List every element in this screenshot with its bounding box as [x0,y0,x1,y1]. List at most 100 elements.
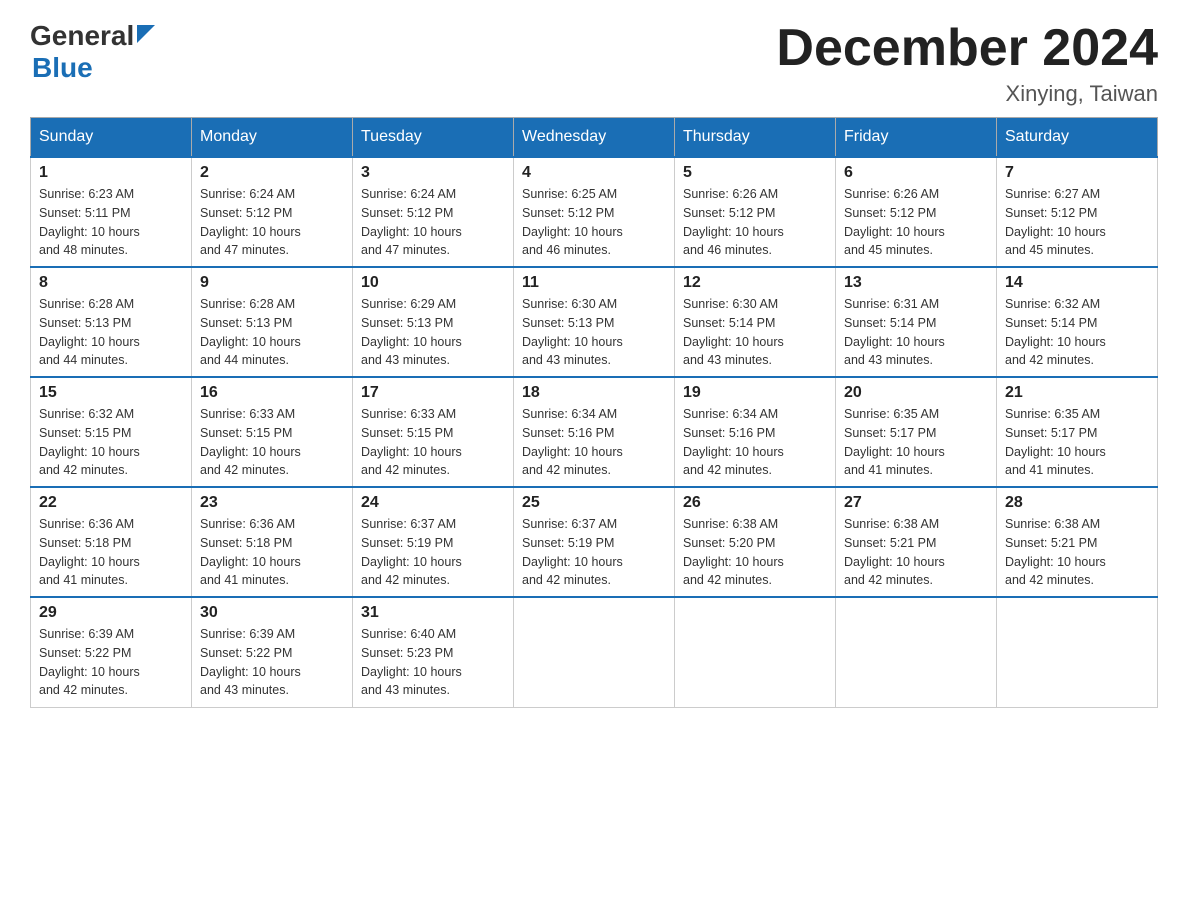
logo: General Blue [30,20,155,84]
day-info: Sunrise: 6:33 AMSunset: 5:15 PMDaylight:… [200,405,344,480]
day-number: 8 [39,274,183,292]
day-header-friday: Friday [836,118,997,158]
day-info: Sunrise: 6:32 AMSunset: 5:14 PMDaylight:… [1005,295,1149,370]
day-info: Sunrise: 6:39 AMSunset: 5:22 PMDaylight:… [200,625,344,700]
day-info: Sunrise: 6:34 AMSunset: 5:16 PMDaylight:… [683,405,827,480]
day-number: 6 [844,164,988,182]
empty-cell [675,597,836,707]
day-info: Sunrise: 6:37 AMSunset: 5:19 PMDaylight:… [522,515,666,590]
day-info: Sunrise: 6:33 AMSunset: 5:15 PMDaylight:… [361,405,505,480]
calendar-week-row: 1 Sunrise: 6:23 AMSunset: 5:11 PMDaylight… [31,157,1158,267]
calendar-title: December 2024 [776,20,1158,77]
empty-cell [997,597,1158,707]
calendar-day-cell: 22Sunrise: 6:36 AMSunset: 5:18 PMDayligh… [31,487,192,597]
day-info: Sunrise: 6:34 AMSunset: 5:16 PMDaylight:… [522,405,666,480]
day-header-sunday: Sunday [31,118,192,158]
day-number: 2 [200,164,344,182]
calendar-day-cell: 10 Sunrise: 6:29 AMSunset: 5:13 PMDayligh… [353,267,514,377]
day-number: 29 [39,604,183,622]
day-info: Sunrise: 6:39 AMSunset: 5:22 PMDaylight:… [39,625,183,700]
day-info: Sunrise: 6:36 AMSunset: 5:18 PMDaylight:… [200,515,344,590]
calendar-day-cell: 24 Sunrise: 6:37 AMSunset: 5:19 PMDayligh… [353,487,514,597]
calendar-day-cell: 17Sunrise: 6:33 AMSunset: 5:15 PMDayligh… [353,377,514,487]
calendar-day-cell: 30 Sunrise: 6:39 AMSunset: 5:22 PMDayligh… [192,597,353,707]
day-header-saturday: Saturday [997,118,1158,158]
day-info: Sunrise: 6:25 AMSunset: 5:12 PMDaylight:… [522,185,666,260]
calendar-day-cell: 20Sunrise: 6:35 AMSunset: 5:17 PMDayligh… [836,377,997,487]
day-info: Sunrise: 6:26 AMSunset: 5:12 PMDaylight:… [844,185,988,260]
logo-blue-text: Blue [32,52,93,83]
calendar-day-cell: 26Sunrise: 6:38 AMSunset: 5:20 PMDayligh… [675,487,836,597]
calendar-day-cell: 6 Sunrise: 6:26 AMSunset: 5:12 PMDaylight… [836,157,997,267]
day-info: Sunrise: 6:24 AMSunset: 5:12 PMDaylight:… [200,185,344,260]
calendar-day-cell: 28 Sunrise: 6:38 AMSunset: 5:21 PMDayligh… [997,487,1158,597]
calendar-day-cell: 12Sunrise: 6:30 AMSunset: 5:14 PMDayligh… [675,267,836,377]
calendar-day-cell: 23 Sunrise: 6:36 AMSunset: 5:18 PMDayligh… [192,487,353,597]
day-info: Sunrise: 6:30 AMSunset: 5:14 PMDaylight:… [683,295,827,370]
calendar-day-cell: 13Sunrise: 6:31 AMSunset: 5:14 PMDayligh… [836,267,997,377]
day-number: 1 [39,164,183,182]
calendar-day-cell: 25 Sunrise: 6:37 AMSunset: 5:19 PMDayligh… [514,487,675,597]
day-number: 20 [844,384,988,402]
day-header-tuesday: Tuesday [353,118,514,158]
day-info: Sunrise: 6:38 AMSunset: 5:21 PMDaylight:… [1005,515,1149,590]
day-header-thursday: Thursday [675,118,836,158]
day-info: Sunrise: 6:37 AMSunset: 5:19 PMDaylight:… [361,515,505,590]
day-number: 14 [1005,274,1149,292]
day-header-monday: Monday [192,118,353,158]
calendar-day-cell: 3 Sunrise: 6:24 AMSunset: 5:12 PMDaylight… [353,157,514,267]
day-number: 3 [361,164,505,182]
calendar-day-cell: 21 Sunrise: 6:35 AMSunset: 5:17 PMDayligh… [997,377,1158,487]
calendar-day-cell: 19 Sunrise: 6:34 AMSunset: 5:16 PMDayligh… [675,377,836,487]
day-header-wednesday: Wednesday [514,118,675,158]
calendar-week-row: 15 Sunrise: 6:32 AMSunset: 5:15 PMDayligh… [31,377,1158,487]
logo-general-text: General [30,20,134,52]
day-info: Sunrise: 6:24 AMSunset: 5:12 PMDaylight:… [361,185,505,260]
day-number: 4 [522,164,666,182]
page-header: General Blue December 2024 Xinying, Taiw… [30,20,1158,107]
title-section: December 2024 Xinying, Taiwan [776,20,1158,107]
calendar-day-cell: 18Sunrise: 6:34 AMSunset: 5:16 PMDayligh… [514,377,675,487]
day-number: 24 [361,494,505,512]
logo-triangle-icon [137,25,155,43]
day-number: 7 [1005,164,1149,182]
day-info: Sunrise: 6:38 AMSunset: 5:20 PMDaylight:… [683,515,827,590]
calendar-day-cell: 31Sunrise: 6:40 AMSunset: 5:23 PMDayligh… [353,597,514,707]
calendar-week-row: 29 Sunrise: 6:39 AMSunset: 5:22 PMDayligh… [31,597,1158,707]
day-info: Sunrise: 6:35 AMSunset: 5:17 PMDaylight:… [1005,405,1149,480]
calendar-week-row: 22Sunrise: 6:36 AMSunset: 5:18 PMDayligh… [31,487,1158,597]
day-info: Sunrise: 6:36 AMSunset: 5:18 PMDaylight:… [39,515,183,590]
day-info: Sunrise: 6:27 AMSunset: 5:12 PMDaylight:… [1005,185,1149,260]
calendar-subtitle: Xinying, Taiwan [776,81,1158,107]
day-number: 9 [200,274,344,292]
calendar-day-cell: 16 Sunrise: 6:33 AMSunset: 5:15 PMDayligh… [192,377,353,487]
day-number: 30 [200,604,344,622]
day-number: 19 [683,384,827,402]
day-number: 28 [1005,494,1149,512]
calendar-day-cell: 7 Sunrise: 6:27 AMSunset: 5:12 PMDaylight… [997,157,1158,267]
day-info: Sunrise: 6:28 AMSunset: 5:13 PMDaylight:… [39,295,183,370]
calendar-day-cell: 8 Sunrise: 6:28 AMSunset: 5:13 PMDaylight… [31,267,192,377]
day-number: 21 [1005,384,1149,402]
calendar-day-cell: 9Sunrise: 6:28 AMSunset: 5:13 PMDaylight… [192,267,353,377]
empty-cell [514,597,675,707]
calendar-day-cell: 29 Sunrise: 6:39 AMSunset: 5:22 PMDayligh… [31,597,192,707]
calendar-table: SundayMondayTuesdayWednesdayThursdayFrid… [30,117,1158,708]
calendar-day-cell: 2 Sunrise: 6:24 AMSunset: 5:12 PMDaylight… [192,157,353,267]
day-info: Sunrise: 6:23 AMSunset: 5:11 PMDaylight:… [39,185,183,260]
calendar-day-cell: 27Sunrise: 6:38 AMSunset: 5:21 PMDayligh… [836,487,997,597]
calendar-header-row: SundayMondayTuesdayWednesdayThursdayFrid… [31,118,1158,158]
day-info: Sunrise: 6:32 AMSunset: 5:15 PMDaylight:… [39,405,183,480]
day-info: Sunrise: 6:40 AMSunset: 5:23 PMDaylight:… [361,625,505,700]
day-number: 15 [39,384,183,402]
calendar-day-cell: 1 Sunrise: 6:23 AMSunset: 5:11 PMDaylight… [31,157,192,267]
calendar-week-row: 8 Sunrise: 6:28 AMSunset: 5:13 PMDaylight… [31,267,1158,377]
day-number: 10 [361,274,505,292]
day-number: 23 [200,494,344,512]
day-info: Sunrise: 6:29 AMSunset: 5:13 PMDaylight:… [361,295,505,370]
day-number: 5 [683,164,827,182]
day-number: 25 [522,494,666,512]
day-number: 16 [200,384,344,402]
day-info: Sunrise: 6:30 AMSunset: 5:13 PMDaylight:… [522,295,666,370]
day-number: 27 [844,494,988,512]
